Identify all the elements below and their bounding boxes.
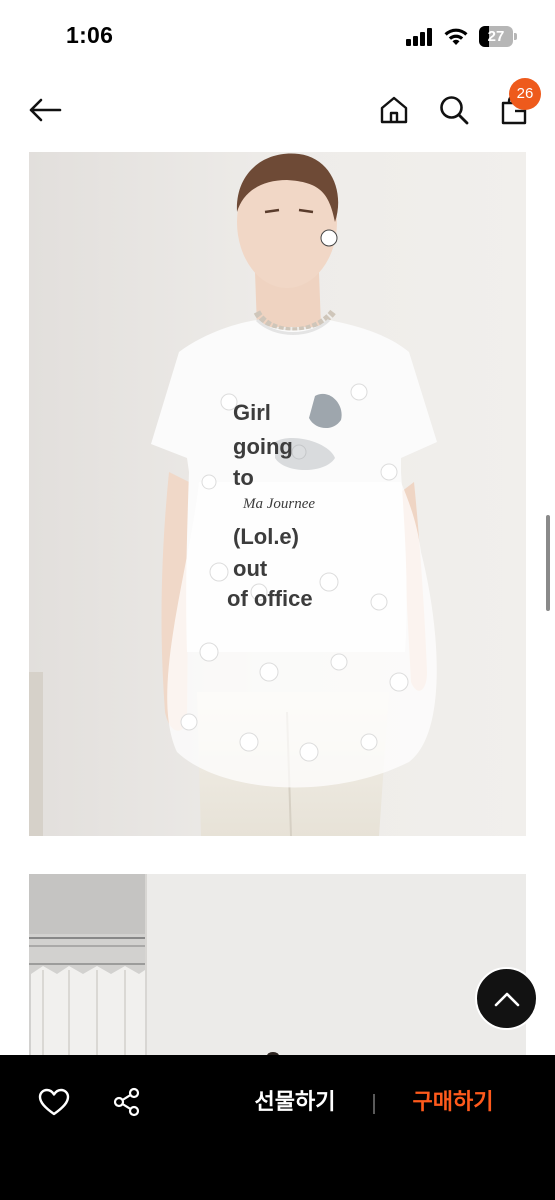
bottom-action-bar: 선물하기 구매하기	[0, 1055, 555, 1200]
shirt-print-line-3: to	[233, 465, 254, 490]
shirt-print-line-1: Girl	[233, 400, 271, 425]
battery-icon: 27	[479, 26, 517, 47]
back-arrow-icon[interactable]	[25, 90, 65, 130]
buy-button[interactable]: 구매하기	[398, 1085, 508, 1119]
scroll-to-top-button[interactable]	[475, 967, 538, 1030]
battery-level: 27	[487, 28, 505, 45]
top-navigation	[0, 78, 555, 142]
gift-button[interactable]: 선물하기	[240, 1085, 350, 1119]
home-icon[interactable]	[374, 90, 414, 130]
shirt-print-line-4: Ma Journee	[242, 496, 315, 512]
heart-icon[interactable]	[37, 1085, 71, 1119]
wifi-icon	[443, 26, 469, 46]
cellular-signal-icon	[406, 28, 434, 46]
cart-count-badge: 26	[509, 78, 541, 110]
scroll-indicator[interactable]	[546, 515, 550, 611]
chevron-up-icon	[494, 992, 519, 1006]
shirt-print-line-6: out	[233, 556, 268, 581]
product-image-2[interactable]	[29, 874, 526, 1064]
divider	[373, 1094, 375, 1114]
shirt-print-line-2: going	[233, 434, 293, 459]
product-image-1[interactable]: Girl going to Ma Journee (Lol.e) out of …	[29, 152, 526, 836]
share-icon[interactable]	[110, 1085, 144, 1119]
search-icon[interactable]	[434, 90, 474, 130]
status-bar: 1:06 27	[0, 0, 555, 72]
shirt-print-line-5: (Lol.e)	[233, 524, 299, 549]
status-time: 1:06	[66, 22, 114, 48]
shirt-print-line-7: of office	[227, 586, 313, 611]
product-detail-screen: 1:06 27 26 Girl going to Ma Journee (Lol…	[0, 0, 555, 1200]
